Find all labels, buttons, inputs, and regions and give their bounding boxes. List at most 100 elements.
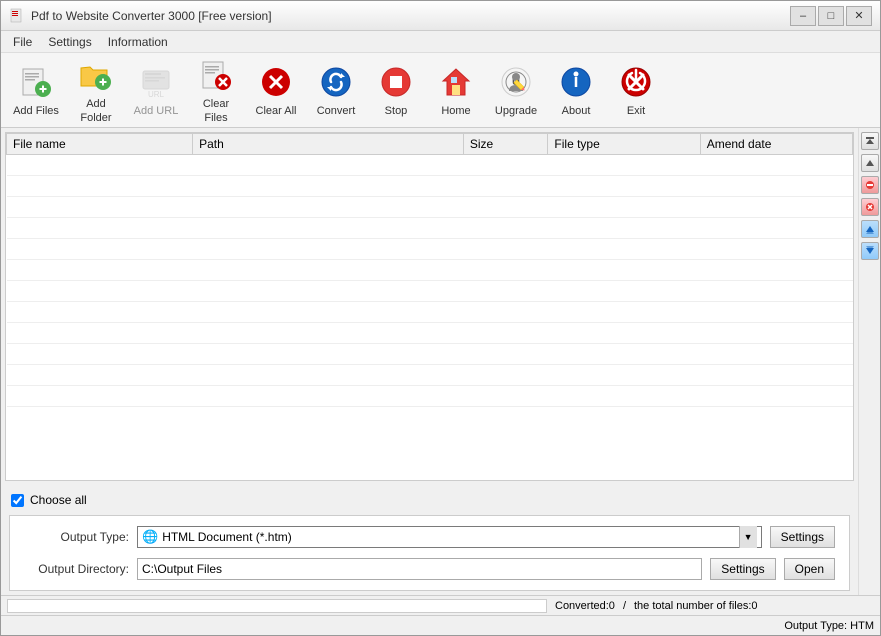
file-table-container[interactable]: File name Path Size File type Amend date — [5, 132, 854, 481]
globe-icon: 🌐 — [142, 529, 158, 545]
close-button[interactable]: ✕ — [846, 6, 872, 26]
table-row — [7, 197, 853, 218]
clear-files-icon — [196, 55, 236, 95]
about-icon: i — [556, 62, 596, 102]
title-text: Pdf to Website Converter 3000 [Free vers… — [31, 9, 272, 23]
file-table: File name Path Size File type Amend date — [6, 133, 853, 407]
add-url-icon: URL — [136, 62, 176, 102]
output-dir-label: Output Directory: — [24, 562, 129, 576]
clear-files-button[interactable]: Clear Files — [187, 58, 245, 123]
about-button[interactable]: i About — [547, 58, 605, 123]
table-row — [7, 386, 853, 407]
home-button[interactable]: Home — [427, 58, 485, 123]
exit-icon — [616, 62, 656, 102]
choose-all-checkbox[interactable] — [11, 494, 24, 507]
add-files-button[interactable]: Add Files — [7, 58, 65, 123]
col-path: Path — [193, 134, 464, 155]
title-bar-left: Pdf to Website Converter 3000 [Free vers… — [9, 8, 272, 24]
table-row — [7, 281, 853, 302]
table-row — [7, 218, 853, 239]
table-row — [7, 176, 853, 197]
progress-bar-container — [7, 599, 547, 613]
content-area: File name Path Size File type Amend date — [1, 128, 880, 595]
add-folder-label: Add Folder — [70, 98, 122, 124]
convert-icon — [316, 62, 356, 102]
settings-panel: Output Type: 🌐 HTML Document (*.htm) ▼ S… — [9, 515, 850, 591]
clear-files-label: Clear Files — [190, 98, 242, 124]
output-type-dropdown-arrow[interactable]: ▼ — [739, 526, 757, 548]
home-icon — [436, 62, 476, 102]
upgrade-button[interactable]: U Upgrade — [487, 58, 545, 123]
main-window: Pdf to Website Converter 3000 [Free vers… — [0, 0, 881, 636]
menu-bar: File Settings Information — [1, 31, 880, 53]
table-row — [7, 365, 853, 386]
menu-information[interactable]: Information — [100, 31, 176, 52]
convert-button[interactable]: Convert — [307, 58, 365, 123]
stop-button[interactable]: Stop — [367, 58, 425, 123]
output-dir-input[interactable] — [137, 558, 702, 580]
output-dir-open-button[interactable]: Open — [784, 558, 835, 580]
status-total: the total number of files:0 — [634, 600, 758, 612]
about-label: About — [562, 105, 591, 118]
maximize-button[interactable]: □ — [818, 6, 844, 26]
output-type-select[interactable]: 🌐 HTML Document (*.htm) ▼ — [137, 526, 762, 548]
add-files-label: Add Files — [13, 105, 59, 118]
table-row — [7, 155, 853, 176]
exit-button[interactable]: Exit — [607, 58, 665, 123]
table-row — [7, 302, 853, 323]
choose-all-row: Choose all — [5, 489, 854, 511]
clear-all-icon — [256, 62, 296, 102]
clear-all-label: Clear All — [256, 105, 297, 118]
output-type-label: Output Type: — [24, 530, 129, 544]
title-bar: Pdf to Website Converter 3000 [Free vers… — [1, 1, 880, 31]
sidebar-move-up-button[interactable] — [861, 220, 879, 238]
stop-icon — [376, 62, 416, 102]
output-dir-row: Output Directory: Settings Open — [24, 558, 835, 580]
status-bar: Converted:0 / the total number of files:… — [1, 595, 880, 615]
add-folder-icon — [76, 55, 116, 95]
title-controls: – □ ✕ — [790, 6, 872, 26]
convert-label: Convert — [317, 105, 356, 118]
choose-all-label[interactable]: Choose all — [30, 493, 87, 507]
col-amenddate: Amend date — [700, 134, 852, 155]
app-icon — [9, 8, 25, 24]
bottom-area: Choose all Output Type: 🌐 HTML Document … — [1, 485, 858, 595]
output-type-select-inner: 🌐 HTML Document (*.htm) — [142, 529, 739, 545]
output-type-status: Output Type: HTM — [784, 620, 874, 632]
menu-file[interactable]: File — [5, 31, 40, 52]
sidebar-scroll-up-button[interactable] — [861, 154, 879, 172]
sidebar-scroll-top-button[interactable] — [861, 132, 879, 150]
main-area: File name Path Size File type Amend date — [1, 128, 858, 595]
clear-all-button[interactable]: Clear All — [247, 58, 305, 123]
add-url-button: URL Add URL — [127, 58, 185, 123]
menu-settings[interactable]: Settings — [40, 31, 99, 52]
table-row — [7, 344, 853, 365]
col-size: Size — [463, 134, 548, 155]
add-folder-button[interactable]: Add Folder — [67, 58, 125, 123]
col-filename: File name — [7, 134, 193, 155]
status-separator: / — [623, 600, 626, 612]
col-filetype: File type — [548, 134, 700, 155]
output-type-row: Output Type: 🌐 HTML Document (*.htm) ▼ S… — [24, 526, 835, 548]
upgrade-icon: U — [496, 62, 536, 102]
table-row — [7, 260, 853, 281]
minimize-button[interactable]: – — [790, 6, 816, 26]
toolbar: Add Files Add Folder — [1, 53, 880, 128]
sidebar-remove-button[interactable] — [861, 176, 879, 194]
output-dir-settings-button[interactable]: Settings — [710, 558, 775, 580]
home-label: Home — [441, 105, 470, 118]
output-type-bar: Output Type: HTM — [1, 615, 880, 635]
upgrade-label: Upgrade — [495, 105, 537, 118]
output-type-value: HTML Document (*.htm) — [162, 530, 292, 544]
sidebar-error-button[interactable] — [861, 198, 879, 216]
add-url-label: Add URL — [134, 105, 179, 118]
status-converted: Converted:0 — [555, 600, 615, 612]
stop-label: Stop — [385, 105, 408, 118]
output-type-settings-button[interactable]: Settings — [770, 526, 835, 548]
add-files-icon — [16, 62, 56, 102]
exit-label: Exit — [627, 105, 645, 118]
svg-text:URL: URL — [148, 90, 165, 99]
sidebar-move-down-button[interactable] — [861, 242, 879, 260]
right-sidebar — [858, 128, 880, 595]
table-row — [7, 323, 853, 344]
